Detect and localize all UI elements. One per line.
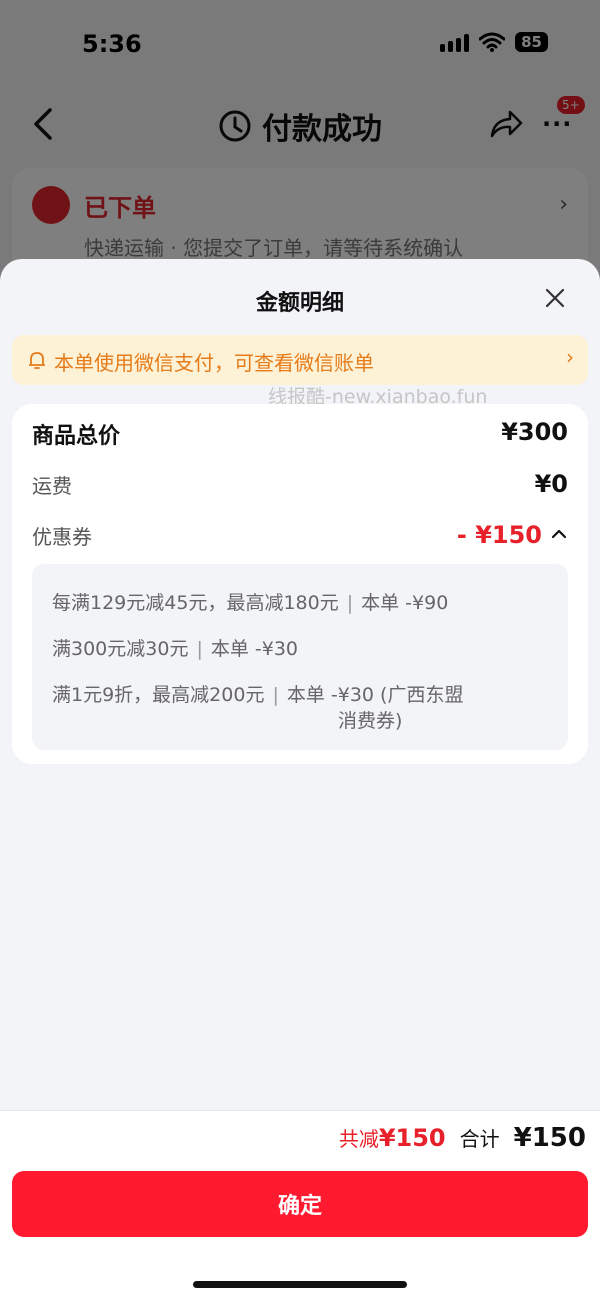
coupon-applied: 本单 -¥30: [210, 638, 299, 660]
price-detail-card: 商品总价 ¥300 运费 ¥0 优惠券 - ¥150 每满129元减45元，最高…: [12, 404, 588, 764]
total-price-value: ¥300: [501, 418, 568, 446]
shipping-row: 运费 ¥0: [12, 470, 588, 506]
shipping-label: 运费: [32, 474, 72, 498]
total-price-row: 商品总价 ¥300: [12, 418, 588, 454]
confirm-button[interactable]: 确定: [12, 1171, 588, 1237]
sheet-footer: 共减¥150 合计 ¥150 确定: [0, 1110, 600, 1300]
coupon-label: 优惠券: [32, 525, 92, 549]
coupon-rule: 满300元减30元: [52, 638, 189, 660]
amount-detail-sheet: 金额明细 本单使用微信支付，可查看微信账单 › 线报酷-new.xianbao.…: [0, 259, 600, 1300]
coupon-row[interactable]: 优惠券 - ¥150: [12, 521, 588, 557]
home-indicator: [193, 1281, 407, 1288]
coupon-value: - ¥150: [456, 521, 542, 549]
summary-row: 共减¥150 合计 ¥150: [339, 1123, 586, 1153]
total-label: 合计: [459, 1127, 500, 1151]
close-icon[interactable]: [540, 283, 570, 313]
coupon-rule: 每满129元减45元，最高减180元: [52, 592, 339, 614]
coupon-breakdown: 每满129元减45元，最高减180元 | 本单 -¥90 满300元减30元 | 本单 …: [32, 564, 568, 750]
coupon-item: 每满129元减45元，最高减180元 | 本单 -¥90: [52, 592, 449, 614]
chevron-up-icon[interactable]: [550, 525, 568, 543]
coupon-item: 满1元9折，最高减200元 | 本单 -¥30 (广西东盟: [52, 684, 464, 706]
coupon-applied-cont: 消费券): [338, 710, 403, 732]
chevron-right-icon: ›: [566, 345, 574, 369]
total-price-label: 商品总价: [32, 424, 121, 449]
coupon-item: 满300元减30元 | 本单 -¥30: [52, 638, 299, 660]
sheet-title: 金额明细: [255, 291, 344, 316]
shipping-value: ¥0: [534, 470, 568, 498]
saved-amount: 共减¥150: [338, 1124, 446, 1152]
wechat-banner-text: 本单使用微信支付，可查看微信账单: [54, 351, 374, 375]
coupon-rule: 满1元9折，最高减200元: [52, 684, 265, 706]
bell-icon: [29, 352, 45, 369]
wechat-bill-banner[interactable]: 本单使用微信支付，可查看微信账单 ›: [12, 335, 588, 385]
coupon-applied: 本单 -¥30 (广西东盟: [286, 684, 464, 706]
total-amount: ¥150: [513, 1123, 586, 1153]
coupon-applied: 本单 -¥90: [361, 592, 449, 614]
